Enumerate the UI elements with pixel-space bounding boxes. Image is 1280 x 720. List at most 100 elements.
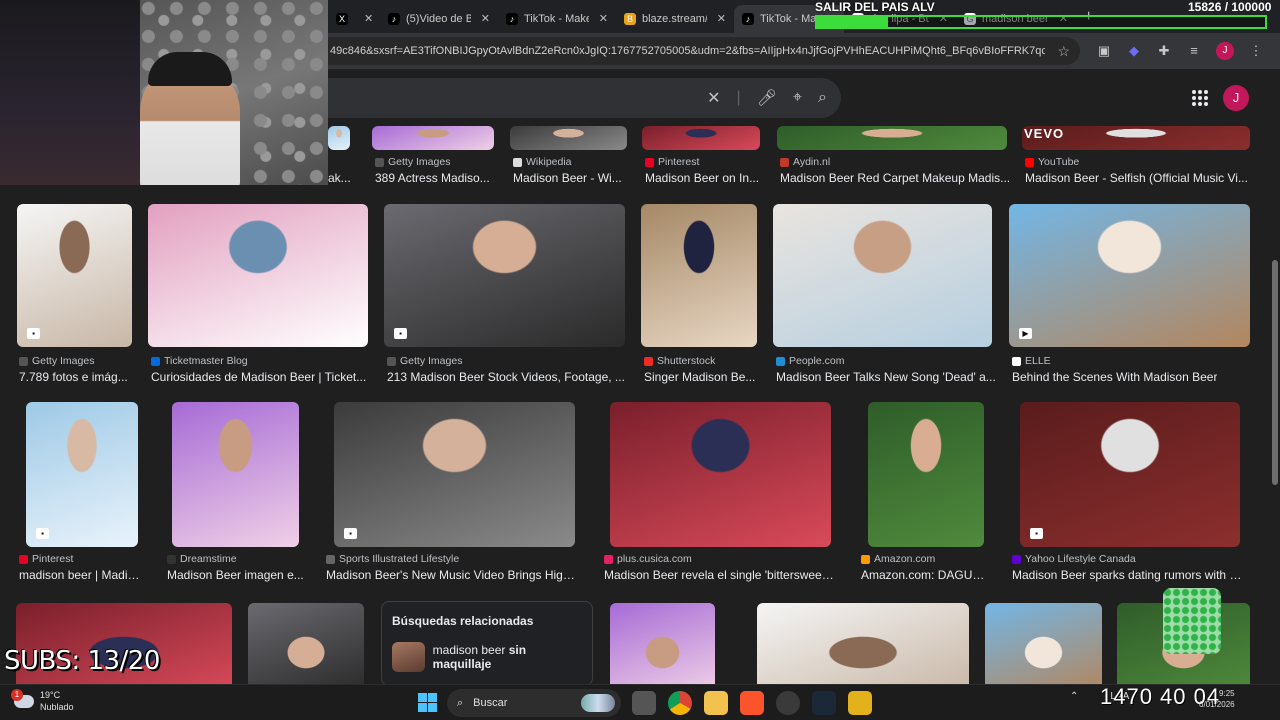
result-source[interactable]: Sports Illustrated Lifestyle <box>326 553 459 565</box>
close-tab-icon[interactable]: ✕ <box>364 12 373 25</box>
image-thumbnail[interactable] <box>985 603 1102 693</box>
image-thumbnail[interactable] <box>610 402 831 547</box>
media-control-icon[interactable]: ≡ <box>1186 43 1202 59</box>
page-scrollbar[interactable] <box>1270 120 1280 680</box>
image-thumbnail[interactable]: ▶ <box>1009 204 1250 347</box>
screenshot-icon[interactable]: ▣ <box>1096 43 1112 59</box>
result-source-label: Getty Images <box>388 156 451 168</box>
chatgpt-icon[interactable] <box>776 691 800 715</box>
profile-avatar-small[interactable]: J <box>1216 42 1234 60</box>
result-title[interactable]: Madison Beer sparks dating rumors with N… <box>1012 568 1242 582</box>
browser-tab[interactable]: ♪ TikTok - Make ✕ <box>498 5 616 33</box>
extension-brave-icon[interactable]: ◆ <box>1126 43 1142 59</box>
result-title[interactable]: 389 Actress Madiso... <box>375 171 490 185</box>
image-thumbnail[interactable] <box>641 204 757 347</box>
image-thumbnail[interactable] <box>328 126 350 150</box>
result-title[interactable]: Curiosidades de Madison Beer | Ticket... <box>151 370 366 384</box>
browser-tab[interactable]: Xen X: "✕ <box>328 5 380 33</box>
browser-tab[interactable]: Bblaze.stream/c ✕ <box>616 5 734 33</box>
image-badge-icon: ▪ <box>36 528 49 539</box>
result-source[interactable]: Shutterstock <box>644 355 715 367</box>
result-source[interactable]: Getty Images <box>387 355 462 367</box>
close-tab-icon[interactable]: ✕ <box>481 12 490 25</box>
result-title[interactable]: Amazon.com: DAGUY... <box>861 568 987 582</box>
file-explorer-icon[interactable] <box>704 691 728 715</box>
windows-taskbar: 1 19°C Nublado ⌕ Buscar ⌃ LAA <box>0 684 1280 720</box>
result-title[interactable]: Madison Beer on In... <box>645 171 759 185</box>
result-source[interactable]: Amazon.com <box>861 553 935 565</box>
weather-widget[interactable]: 1 19°C Nublado <box>11 688 74 713</box>
search-icon[interactable]: ⌕ <box>818 89 827 107</box>
result-source[interactable]: YouTube <box>1025 156 1079 168</box>
profile-avatar[interactable]: J <box>1223 85 1249 111</box>
result-source[interactable]: Pinterest <box>19 553 73 565</box>
related-searches-card[interactable]: Búsquedas relacionadas madison beer sin … <box>381 601 593 686</box>
result-title[interactable]: Behind the Scenes With Madison Beer <box>1012 370 1217 384</box>
result-source[interactable]: Dreamstime <box>167 553 237 565</box>
result-source[interactable]: ELLE <box>1012 355 1051 367</box>
result-source[interactable]: plus.cusica.com <box>604 553 692 565</box>
image-thumbnail[interactable] <box>777 126 1007 150</box>
voice-search-icon[interactable]: 🎤︎ <box>757 88 777 108</box>
result-title[interactable]: Madison Beer Talks New Song 'Dead' a... <box>776 370 996 384</box>
result-source[interactable]: People.com <box>776 355 844 367</box>
result-title[interactable]: ak... <box>328 171 351 185</box>
image-thumbnail[interactable] <box>172 402 299 547</box>
extensions-puzzle-icon[interactable]: ✚ <box>1156 43 1172 59</box>
image-thumbnail[interactable] <box>868 402 984 547</box>
clear-search-icon[interactable]: ✕ <box>707 88 720 108</box>
result-title[interactable]: Madison Beer's New Music Video Brings Hi… <box>326 568 577 582</box>
image-thumbnail[interactable]: ▪ <box>334 402 575 547</box>
result-source[interactable]: Getty Images <box>19 355 94 367</box>
task-view-icon[interactable] <box>632 691 656 715</box>
google-apps-icon[interactable] <box>1192 90 1208 106</box>
result-title[interactable]: Madison Beer imagen e... <box>167 568 304 582</box>
result-title[interactable]: madison beer | Madis... <box>19 568 141 582</box>
lens-search-icon[interactable]: ⌖ <box>793 89 802 107</box>
close-tab-icon[interactable]: ✕ <box>717 12 726 25</box>
image-thumbnail[interactable]: ▪ <box>17 204 132 347</box>
brave-icon[interactable] <box>740 691 764 715</box>
search-input[interactable]: ✕ | 🎤︎ ⌖ ⌕ <box>328 78 841 118</box>
scrollbar-thumb[interactable] <box>1272 260 1278 485</box>
image-thumbnail[interactable] <box>248 603 364 693</box>
result-title[interactable]: Singer Madison Be... <box>644 370 755 384</box>
result-title[interactable]: Madison Beer - Wi... <box>513 171 622 185</box>
result-source-label: Wikipedia <box>526 156 572 168</box>
result-title[interactable]: Madison Beer - Selfish (Official Music V… <box>1025 171 1248 185</box>
taskbar-search[interactable]: ⌕ Buscar <box>447 689 621 717</box>
result-source[interactable]: Aydin.nl <box>780 156 830 168</box>
tray-chevron-icon[interactable]: ⌃ <box>1070 691 1078 702</box>
taskbar-clock[interactable]: 9:25 6/01/2026 <box>1199 688 1235 710</box>
image-thumbnail[interactable]: ▪ <box>26 402 138 547</box>
close-tab-icon[interactable]: ✕ <box>599 12 608 25</box>
image-thumbnail[interactable]: ▪ <box>384 204 625 347</box>
result-title[interactable]: Madison Beer Red Carpet Makeup Madis... <box>780 171 1010 185</box>
result-title[interactable]: Madison Beer revela el single 'bitterswe… <box>604 568 835 582</box>
result-source[interactable]: Yahoo Lifestyle Canada <box>1012 553 1136 565</box>
image-thumbnail[interactable] <box>372 126 494 150</box>
result-title[interactable]: 7.789 fotos e imág... <box>19 370 128 384</box>
result-title[interactable]: 213 Madison Beer Stock Videos, Footage, … <box>387 370 625 384</box>
related-search-item[interactable]: madison beer sin maquillaje <box>392 642 582 672</box>
browser-tab[interactable]: ♪ (5)Video de Br ✕ <box>380 5 498 33</box>
address-bar[interactable]: 49c846&sxsrf=AE3TifONBIJGpyOtAvlBdnZ2eRc… <box>328 37 1080 65</box>
menu-kebab-icon[interactable]: ⋮ <box>1248 43 1264 59</box>
image-thumbnail[interactable] <box>148 204 368 347</box>
image-thumbnail[interactable] <box>642 126 760 150</box>
app-icon[interactable] <box>848 691 872 715</box>
chrome-icon[interactable] <box>668 691 692 715</box>
image-thumbnail[interactable]: ▪ <box>1020 402 1240 547</box>
steam-icon[interactable] <box>812 691 836 715</box>
result-source[interactable]: Wikipedia <box>513 156 572 168</box>
result-source[interactable]: Ticketmaster Blog <box>151 355 248 367</box>
bookmark-star-icon[interactable]: ☆ <box>1057 43 1070 60</box>
windows-start-icon[interactable] <box>418 693 437 712</box>
image-thumbnail[interactable] <box>773 204 992 347</box>
image-thumbnail[interactable] <box>757 603 969 693</box>
result-source[interactable]: Pinterest <box>645 156 699 168</box>
image-thumbnail[interactable] <box>510 126 627 150</box>
tab-title: (5)Video de Br <box>406 12 471 25</box>
image-thumbnail[interactable] <box>610 603 715 693</box>
result-source[interactable]: Getty Images <box>375 156 450 168</box>
